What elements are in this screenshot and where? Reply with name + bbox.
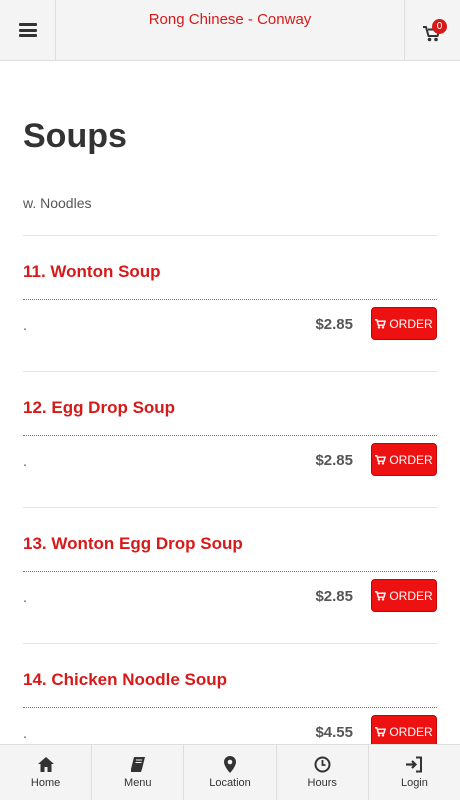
map-marker-icon xyxy=(224,756,236,773)
item-name[interactable]: 12. Egg Drop Soup xyxy=(23,398,175,418)
nav-login[interactable]: Login xyxy=(369,745,460,800)
cart-icon xyxy=(375,454,387,465)
nav-home[interactable]: Home xyxy=(0,745,93,800)
hamburger-menu-button[interactable] xyxy=(0,0,56,60)
nav-label: Home xyxy=(30,777,61,789)
menu-item: 13. Wonton Egg Drop Soup . $2.85 ORDER xyxy=(23,508,437,644)
item-price: $4.55 xyxy=(315,724,353,741)
menu-item: 11. Wonton Soup . $2.85 ORDER xyxy=(23,236,437,372)
dotted-separator xyxy=(23,299,437,300)
nav-label: Location xyxy=(209,777,251,789)
nav-location[interactable]: Location xyxy=(184,745,277,800)
order-button[interactable]: ORDER xyxy=(371,579,437,612)
item-name[interactable]: 13. Wonton Egg Drop Soup xyxy=(23,534,243,554)
item-description: . xyxy=(23,317,27,333)
hamburger-icon xyxy=(18,23,37,37)
item-price: $2.85 xyxy=(315,588,353,605)
clock-icon xyxy=(314,756,331,773)
cart-button[interactable]: 0 xyxy=(404,0,460,60)
nav-menu[interactable]: Menu xyxy=(92,745,185,800)
nav-label: Login xyxy=(400,777,428,789)
cart-count-badge: 0 xyxy=(432,19,447,34)
order-button[interactable]: ORDER xyxy=(371,307,437,340)
nav-label: Menu xyxy=(124,777,152,789)
cart-icon xyxy=(375,726,387,737)
top-bar: Rong Chinese - Conway 0 xyxy=(0,0,460,61)
bottom-navigation: Home Menu Location Hours Login xyxy=(0,744,460,800)
menu-content: Soups w. Noodles 11. Wonton Soup . $2.85… xyxy=(23,61,437,780)
cart-icon xyxy=(375,318,387,329)
page-title: Soups xyxy=(23,117,127,155)
menu-item: 12. Egg Drop Soup . $2.85 ORDER xyxy=(23,372,437,508)
dotted-separator xyxy=(23,571,437,572)
order-label: ORDER xyxy=(389,724,433,739)
order-label: ORDER xyxy=(389,452,433,467)
order-label: ORDER xyxy=(389,588,433,603)
item-price: $2.85 xyxy=(315,452,353,469)
item-description: . xyxy=(23,453,27,469)
item-description: . xyxy=(23,589,27,605)
restaurant-title[interactable]: Rong Chinese - Conway xyxy=(56,11,404,28)
order-button[interactable]: ORDER xyxy=(371,443,437,476)
sign-in-icon xyxy=(406,756,423,773)
order-label: ORDER xyxy=(389,316,433,331)
home-icon xyxy=(37,757,54,772)
item-name[interactable]: 11. Wonton Soup xyxy=(23,262,161,282)
item-price: $2.85 xyxy=(315,316,353,333)
dotted-separator xyxy=(23,707,437,708)
cart-icon xyxy=(375,590,387,601)
item-name[interactable]: 14. Chicken Noodle Soup xyxy=(23,670,227,690)
section-subtitle: w. Noodles xyxy=(23,195,92,211)
nav-hours[interactable]: Hours xyxy=(277,745,369,800)
item-description: . xyxy=(23,725,27,741)
nav-label: Hours xyxy=(307,777,337,789)
dotted-separator xyxy=(23,435,437,436)
book-icon xyxy=(130,757,145,772)
